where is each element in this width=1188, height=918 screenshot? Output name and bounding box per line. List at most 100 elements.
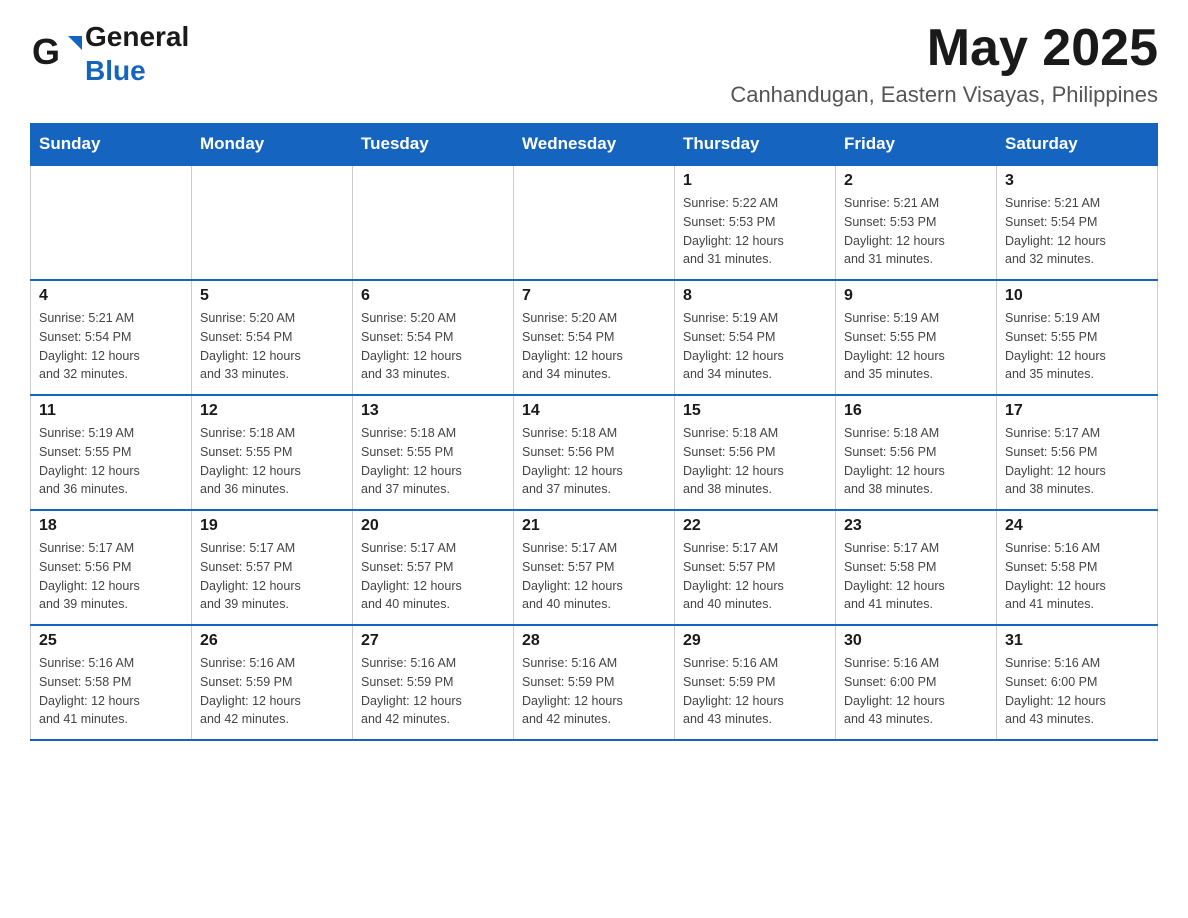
title-section: May 2025 Canhandugan, Eastern Visayas, P… [730, 20, 1158, 108]
logo-general-text: General [85, 20, 189, 54]
calendar-day-cell: 13 Sunrise: 5:18 AM Sunset: 5:55 PM Dayli… [353, 395, 514, 510]
calendar-week-row: 4Sunrise: 5:21 AM Sunset: 5:54 PM Daylig… [31, 280, 1158, 395]
calendar-day-cell: 29Sunrise: 5:16 AM Sunset: 5:59 PM Dayli… [675, 625, 836, 740]
day-info-text: Sunrise: 5:19 AM Sunset: 5:55 PM Dayligh… [1005, 309, 1149, 384]
calendar-day-cell: 5Sunrise: 5:20 AM Sunset: 5:54 PM Daylig… [192, 280, 353, 395]
page-header: G General Blue May 2025 Canhandugan, Eas… [30, 20, 1158, 108]
day-number: 21 [522, 517, 666, 535]
svg-text:G: G [32, 31, 60, 72]
day-number: 17 [1005, 402, 1149, 420]
calendar-day-cell: 14 Sunrise: 5:18 AM Sunset: 5:56 PM Dayli… [514, 395, 675, 510]
calendar-day-cell: 16 Sunrise: 5:18 AM Sunset: 5:56 PM Dayli… [836, 395, 997, 510]
calendar-day-cell: 23Sunrise: 5:17 AM Sunset: 5:58 PM Dayli… [836, 510, 997, 625]
day-info-text: Sunrise: 5:16 AM Sunset: 5:58 PM Dayligh… [1005, 539, 1149, 614]
day-number: 6 [361, 287, 505, 305]
location-subtitle: Canhandugan, Eastern Visayas, Philippine… [730, 82, 1158, 108]
weekday-header-wednesday: Wednesday [514, 124, 675, 166]
day-info-text: Sunrise: 5:17 AM Sunset: 5:57 PM Dayligh… [200, 539, 344, 614]
day-number: 22 [683, 517, 827, 535]
day-number: 26 [200, 632, 344, 650]
calendar-day-cell: 26 Sunrise: 5:16 AM Sunset: 5:59 PM Dayli… [192, 625, 353, 740]
day-number: 9 [844, 287, 988, 305]
day-info-text: Sunrise: 5:16 AM Sunset: 5:59 PM Dayligh… [683, 654, 827, 729]
calendar-table: SundayMondayTuesdayWednesdayThursdayFrid… [30, 123, 1158, 741]
day-number: 7 [522, 287, 666, 305]
day-info-text: Sunrise: 5:17 AM Sunset: 5:58 PM Dayligh… [844, 539, 988, 614]
day-number: 20 [361, 517, 505, 535]
day-info-text: Sunrise: 5:18 AM Sunset: 5:56 PM Dayligh… [522, 424, 666, 499]
calendar-day-cell: 27 Sunrise: 5:16 AM Sunset: 5:59 PM Dayli… [353, 625, 514, 740]
calendar-day-cell: 18 Sunrise: 5:17 AM Sunset: 5:56 PM Dayli… [31, 510, 192, 625]
calendar-day-cell: 19 Sunrise: 5:17 AM Sunset: 5:57 PM Dayli… [192, 510, 353, 625]
day-number: 18 [39, 517, 183, 535]
day-number: 4 [39, 287, 183, 305]
calendar-day-cell: 22 Sunrise: 5:17 AM Sunset: 5:57 PM Dayli… [675, 510, 836, 625]
calendar-day-cell: 20Sunrise: 5:17 AM Sunset: 5:57 PM Dayli… [353, 510, 514, 625]
day-number: 10 [1005, 287, 1149, 305]
day-info-text: Sunrise: 5:17 AM Sunset: 5:56 PM Dayligh… [39, 539, 183, 614]
day-info-text: Sunrise: 5:18 AM Sunset: 5:55 PM Dayligh… [361, 424, 505, 499]
logo-icon: G [30, 26, 85, 81]
calendar-day-cell: 6 Sunrise: 5:20 AM Sunset: 5:54 PM Daylig… [353, 280, 514, 395]
day-number: 30 [844, 632, 988, 650]
day-number: 28 [522, 632, 666, 650]
day-number: 25 [39, 632, 183, 650]
calendar-day-cell: 25Sunrise: 5:16 AM Sunset: 5:58 PM Dayli… [31, 625, 192, 740]
day-info-text: Sunrise: 5:19 AM Sunset: 5:55 PM Dayligh… [844, 309, 988, 384]
day-info-text: Sunrise: 5:16 AM Sunset: 5:59 PM Dayligh… [522, 654, 666, 729]
day-info-text: Sunrise: 5:17 AM Sunset: 5:57 PM Dayligh… [683, 539, 827, 614]
day-number: 14 [522, 402, 666, 420]
day-number: 24 [1005, 517, 1149, 535]
weekday-header-saturday: Saturday [997, 124, 1158, 166]
day-info-text: Sunrise: 5:16 AM Sunset: 5:59 PM Dayligh… [361, 654, 505, 729]
weekday-header-friday: Friday [836, 124, 997, 166]
calendar-day-cell [353, 165, 514, 280]
day-number: 16 [844, 402, 988, 420]
weekday-header-sunday: Sunday [31, 124, 192, 166]
calendar-day-cell: 3 Sunrise: 5:21 AM Sunset: 5:54 PM Daylig… [997, 165, 1158, 280]
day-info-text: Sunrise: 5:16 AM Sunset: 6:00 PM Dayligh… [844, 654, 988, 729]
day-info-text: Sunrise: 5:20 AM Sunset: 5:54 PM Dayligh… [361, 309, 505, 384]
day-info-text: Sunrise: 5:20 AM Sunset: 5:54 PM Dayligh… [522, 309, 666, 384]
day-info-text: Sunrise: 5:18 AM Sunset: 5:56 PM Dayligh… [683, 424, 827, 499]
day-info-text: Sunrise: 5:21 AM Sunset: 5:53 PM Dayligh… [844, 194, 988, 269]
day-number: 3 [1005, 172, 1149, 190]
logo: G General Blue [30, 20, 189, 87]
day-number: 27 [361, 632, 505, 650]
day-number: 15 [683, 402, 827, 420]
day-info-text: Sunrise: 5:22 AM Sunset: 5:53 PM Dayligh… [683, 194, 827, 269]
calendar-day-cell: 15 Sunrise: 5:18 AM Sunset: 5:56 PM Dayli… [675, 395, 836, 510]
day-number: 2 [844, 172, 988, 190]
day-info-text: Sunrise: 5:17 AM Sunset: 5:57 PM Dayligh… [522, 539, 666, 614]
day-info-text: Sunrise: 5:18 AM Sunset: 5:56 PM Dayligh… [844, 424, 988, 499]
calendar-day-cell: 11Sunrise: 5:19 AM Sunset: 5:55 PM Dayli… [31, 395, 192, 510]
calendar-day-cell [192, 165, 353, 280]
calendar-day-cell: 28 Sunrise: 5:16 AM Sunset: 5:59 PM Dayli… [514, 625, 675, 740]
calendar-day-cell: 7 Sunrise: 5:20 AM Sunset: 5:54 PM Daylig… [514, 280, 675, 395]
weekday-header-tuesday: Tuesday [353, 124, 514, 166]
calendar-day-cell: 1Sunrise: 5:22 AM Sunset: 5:53 PM Daylig… [675, 165, 836, 280]
calendar-header-row: SundayMondayTuesdayWednesdayThursdayFrid… [31, 124, 1158, 166]
calendar-day-cell: 24 Sunrise: 5:16 AM Sunset: 5:58 PM Dayli… [997, 510, 1158, 625]
calendar-day-cell: 2 Sunrise: 5:21 AM Sunset: 5:53 PM Daylig… [836, 165, 997, 280]
calendar-day-cell [31, 165, 192, 280]
day-number: 12 [200, 402, 344, 420]
calendar-week-row: 11Sunrise: 5:19 AM Sunset: 5:55 PM Dayli… [31, 395, 1158, 510]
calendar-day-cell: 8 Sunrise: 5:19 AM Sunset: 5:54 PM Daylig… [675, 280, 836, 395]
day-info-text: Sunrise: 5:17 AM Sunset: 5:56 PM Dayligh… [1005, 424, 1149, 499]
day-info-text: Sunrise: 5:18 AM Sunset: 5:55 PM Dayligh… [200, 424, 344, 499]
calendar-day-cell: 21 Sunrise: 5:17 AM Sunset: 5:57 PM Dayli… [514, 510, 675, 625]
day-number: 19 [200, 517, 344, 535]
day-info-text: Sunrise: 5:19 AM Sunset: 5:54 PM Dayligh… [683, 309, 827, 384]
weekday-header-monday: Monday [192, 124, 353, 166]
calendar-day-cell: 17 Sunrise: 5:17 AM Sunset: 5:56 PM Dayli… [997, 395, 1158, 510]
day-info-text: Sunrise: 5:16 AM Sunset: 5:59 PM Dayligh… [200, 654, 344, 729]
day-info-text: Sunrise: 5:16 AM Sunset: 6:00 PM Dayligh… [1005, 654, 1149, 729]
calendar-day-cell: 30 Sunrise: 5:16 AM Sunset: 6:00 PM Dayli… [836, 625, 997, 740]
day-info-text: Sunrise: 5:21 AM Sunset: 5:54 PM Dayligh… [1005, 194, 1149, 269]
day-number: 13 [361, 402, 505, 420]
day-number: 8 [683, 287, 827, 305]
day-number: 11 [39, 402, 183, 420]
calendar-week-row: 25Sunrise: 5:16 AM Sunset: 5:58 PM Dayli… [31, 625, 1158, 740]
calendar-week-row: 18 Sunrise: 5:17 AM Sunset: 5:56 PM Dayli… [31, 510, 1158, 625]
